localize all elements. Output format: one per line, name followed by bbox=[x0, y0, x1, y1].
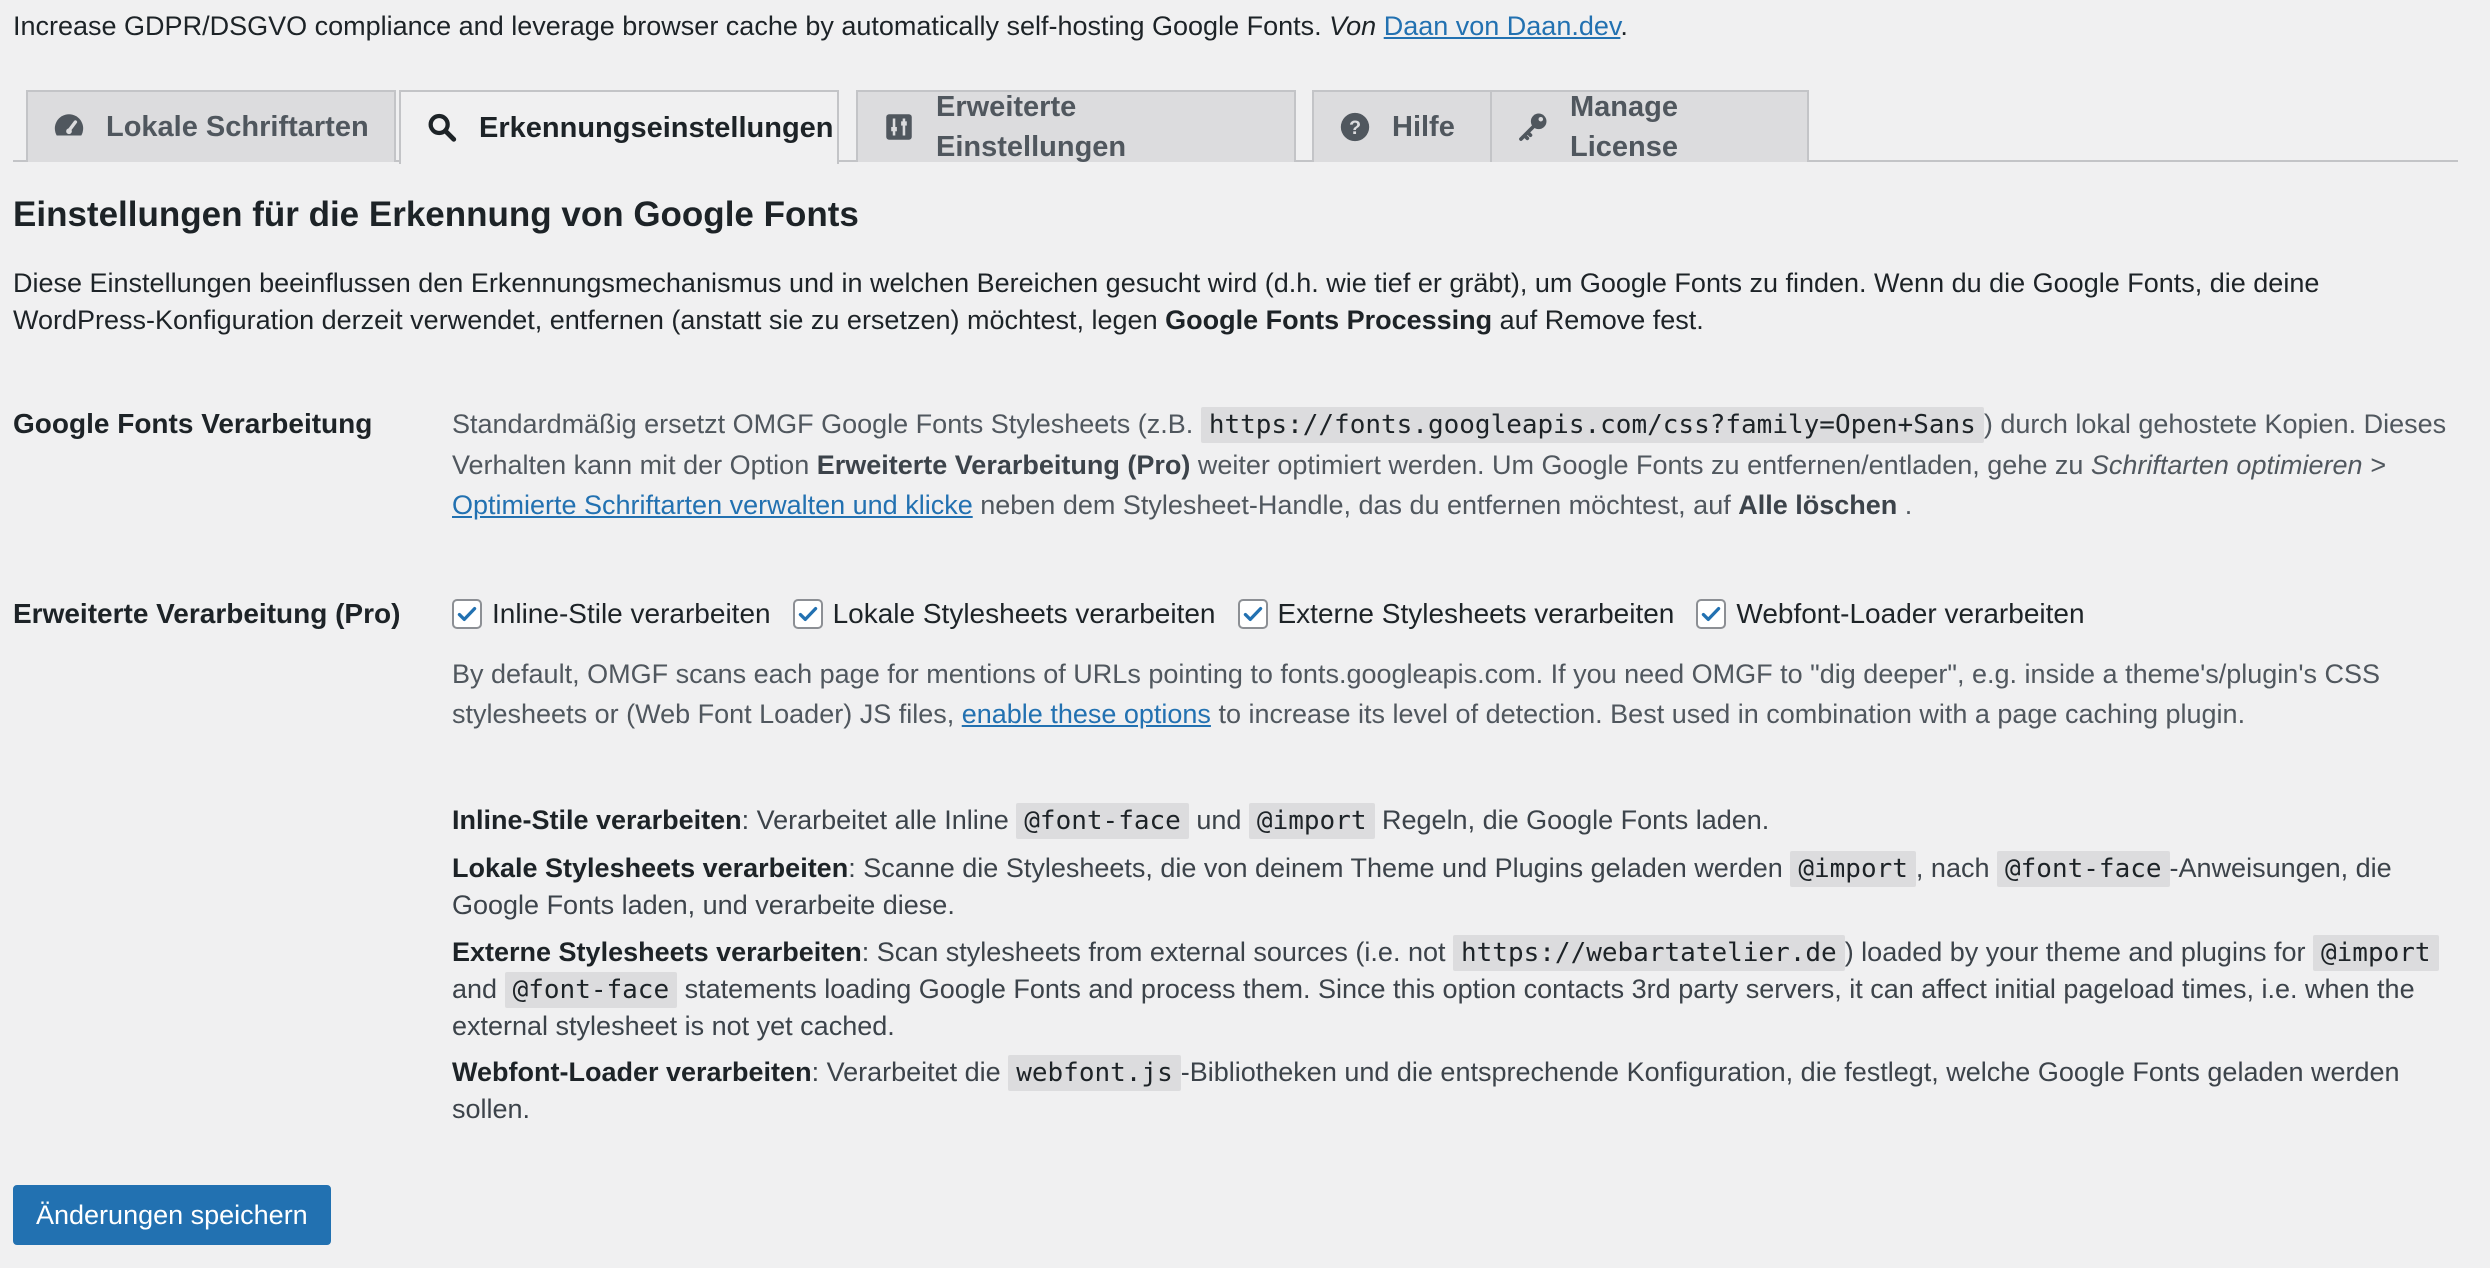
section-title: Einstellungen für die Erkennung von Goog… bbox=[13, 195, 859, 234]
intro-by: Von bbox=[1329, 11, 1377, 41]
enable-options-link[interactable]: enable these options bbox=[962, 699, 1211, 729]
checkbox-checked-icon[interactable] bbox=[1696, 599, 1727, 629]
option-external-stylesheets-help: Externe Stylesheets verarbeiten: Scan st… bbox=[452, 934, 2442, 1044]
search-icon bbox=[425, 111, 459, 145]
settings-page: Increase GDPR/DSGVO compliance and lever… bbox=[0, 0, 2490, 1268]
section-description: Diese Einstellungen beeinflussen den Erk… bbox=[13, 268, 2320, 335]
advanced-processing-label: Erweiterte Verarbeitung (Pro) bbox=[13, 598, 401, 629]
gf-processing-description: Standardmäßig ersetzt OMGF Google Fonts … bbox=[452, 407, 2447, 520]
tab-erkennungseinstellungen[interactable]: Erkennungseinstellungen bbox=[399, 90, 839, 164]
checkbox-local-stylesheets[interactable]: Lokale Stylesheets verarbeiten bbox=[792, 594, 1216, 634]
intro-text: Increase GDPR/DSGVO compliance and lever… bbox=[13, 11, 1322, 41]
option-webfont-loader-help: Webfont-Loader verarbeiten: Verarbeitet … bbox=[452, 1055, 2400, 1124]
checkbox-webfont-loader[interactable]: Webfont-Loader verarbeiten bbox=[1696, 594, 2085, 634]
advanced-description: By default, OMGF scans each page for men… bbox=[452, 659, 2380, 729]
plugin-intro: Increase GDPR/DSGVO compliance and lever… bbox=[13, 11, 1628, 41]
tab-manage-license[interactable]: Manage License bbox=[1490, 90, 1809, 163]
code-snippet: https://fonts.googleapis.com/css?family=… bbox=[1200, 407, 1984, 443]
option-local-stylesheets-help: Lokale Stylesheets verarbeiten: Scanne d… bbox=[452, 851, 2392, 920]
save-changes-button[interactable]: Änderungen speichern bbox=[13, 1185, 331, 1245]
checkbox-inline-styles[interactable]: Inline-Stile verarbeiten bbox=[452, 594, 771, 634]
tab-bar: Lokale Schriftarten Erkennungseinstellun… bbox=[13, 88, 2458, 164]
key-icon bbox=[1516, 110, 1550, 144]
help-icon: ? bbox=[1338, 110, 1372, 144]
tab-erweiterte-einstellungen[interactable]: Erweiterte Einstellungen bbox=[856, 90, 1296, 163]
dashboard-icon bbox=[52, 110, 86, 144]
tab-hilfe[interactable]: ? Hilfe bbox=[1312, 90, 1508, 162]
checkbox-external-stylesheets[interactable]: Externe Stylesheets verarbeiten bbox=[1237, 594, 1674, 634]
tab-lokale-schriftarten[interactable]: Lokale Schriftarten bbox=[26, 90, 396, 162]
sliders-icon bbox=[882, 110, 916, 144]
gf-processing-label: Google Fonts Verarbeitung bbox=[13, 408, 373, 439]
advanced-checkbox-group: Inline-Stile verarbeiten Lokale Styleshe… bbox=[452, 594, 2107, 634]
option-inline-styles-help: Inline-Stile verarbeiten: Verarbeitet al… bbox=[452, 802, 2442, 839]
checkbox-checked-icon[interactable] bbox=[1237, 599, 1268, 629]
manage-fonts-link[interactable]: Optimierte Schriftarten verwalten und kl… bbox=[452, 490, 973, 520]
author-link[interactable]: Daan von Daan.dev bbox=[1384, 11, 1621, 41]
checkbox-checked-icon[interactable] bbox=[792, 599, 823, 629]
checkbox-checked-icon[interactable] bbox=[452, 599, 482, 629]
svg-text:?: ? bbox=[1349, 117, 1361, 139]
